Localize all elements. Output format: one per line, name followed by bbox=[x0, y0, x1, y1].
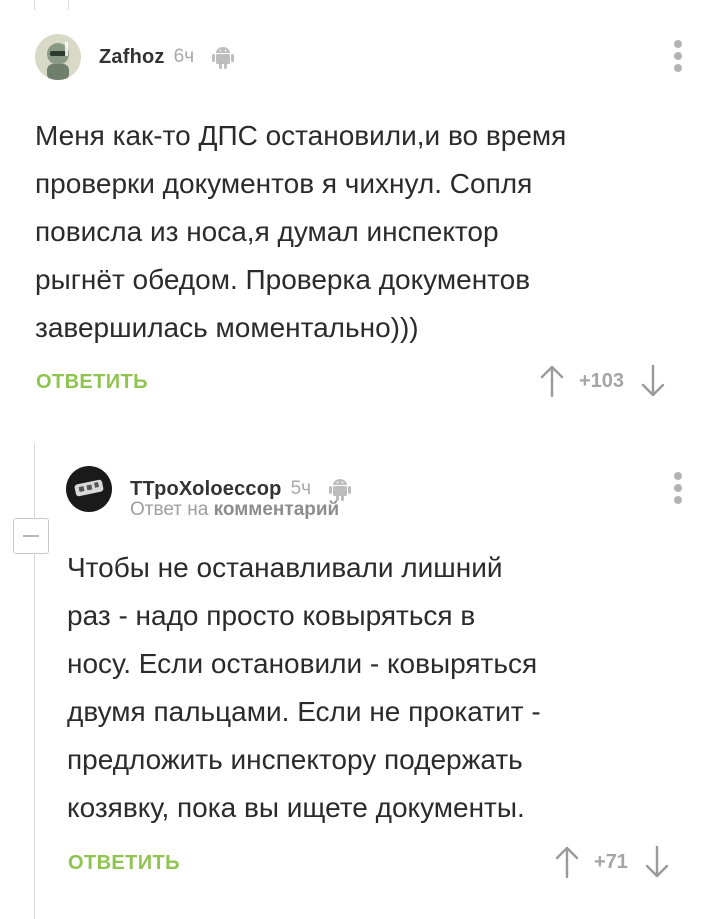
upvote-arrow-icon[interactable] bbox=[539, 364, 565, 398]
reply-button[interactable]: ОТВЕТИТЬ bbox=[36, 371, 148, 394]
android-icon bbox=[211, 44, 235, 70]
reply-button[interactable]: ОТВЕТИТЬ bbox=[68, 852, 180, 875]
comment-text: Чтобы не останавливали лишний раз - надо… bbox=[67, 552, 541, 823]
rating-count: +71 bbox=[594, 850, 628, 873]
vote-controls: +103 bbox=[539, 364, 666, 398]
more-options-icon[interactable] bbox=[673, 40, 683, 74]
timestamp: 6ч bbox=[173, 46, 195, 67]
username[interactable]: Zafhoz bbox=[99, 46, 165, 69]
avatar[interactable] bbox=[35, 34, 81, 80]
reply-to-comment-link[interactable]: комментарий bbox=[214, 499, 340, 520]
downvote-arrow-icon[interactable] bbox=[644, 845, 670, 879]
reply-to-line: Ответ на комментарий bbox=[130, 499, 339, 521]
comment-header: Zafhoz 6ч bbox=[35, 34, 235, 80]
downvote-arrow-icon[interactable] bbox=[640, 364, 666, 398]
avatar[interactable] bbox=[66, 466, 112, 512]
upvote-arrow-icon[interactable] bbox=[554, 845, 580, 879]
username[interactable]: ТТроХоloeccop bbox=[130, 478, 282, 501]
vote-controls: +71 bbox=[554, 845, 670, 879]
timestamp: 5ч bbox=[290, 478, 312, 499]
comment: Zafhoz 6ч Меня как-то ДПС остановили,и в… bbox=[0, 0, 720, 420]
comment-text: Меня как-то ДПС остановили,и во время пр… bbox=[35, 120, 567, 343]
rating-count: +103 bbox=[579, 369, 625, 392]
more-options-icon[interactable] bbox=[673, 472, 683, 506]
comment-reply: ТТроХоloeccop 5ч Ответ на комментарий Чт… bbox=[0, 440, 720, 919]
reply-to-prefix: Ответ на bbox=[130, 499, 209, 520]
